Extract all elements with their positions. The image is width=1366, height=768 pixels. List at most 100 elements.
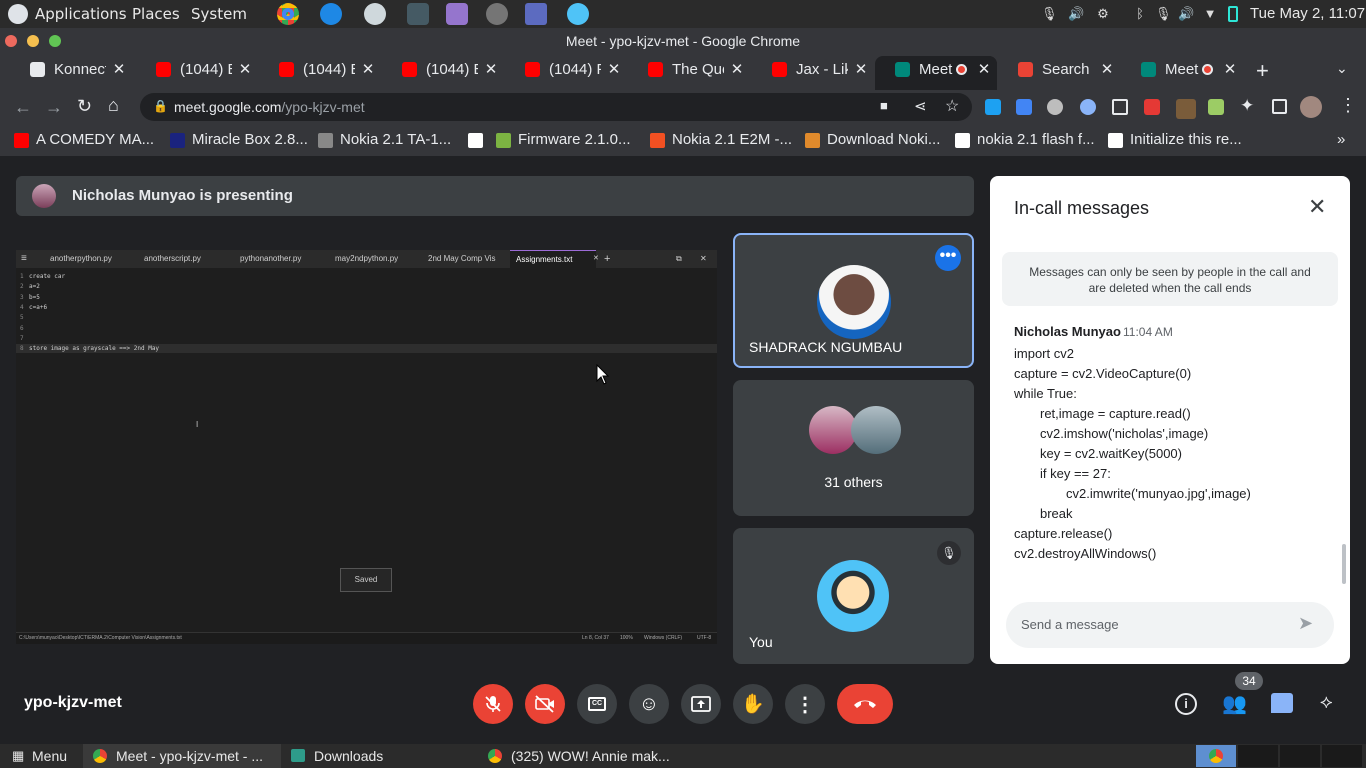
settings-tray-icon[interactable]: ⚙ [1096, 7, 1110, 21]
tab-1[interactable]: Konnect ✕ [10, 56, 132, 90]
disk-launcher-icon[interactable] [486, 3, 508, 25]
extension-5-icon[interactable] [1112, 99, 1128, 115]
workspace-4[interactable] [1322, 745, 1362, 767]
mic-off-button[interactable] [473, 684, 513, 724]
bookmark-2[interactable]: Miracle Box 2.8... [170, 131, 308, 148]
more-options-button[interactable]: ⋮ [785, 684, 825, 724]
chat-icon[interactable] [1271, 693, 1293, 713]
camera-off-button[interactable] [525, 684, 565, 724]
bookmark-1[interactable]: A COMEDY MA... [14, 131, 154, 148]
extension-3-icon[interactable] [1047, 99, 1063, 115]
microphone-muted-icon[interactable]: 🎙 [1155, 7, 1172, 21]
translate-extension-icon[interactable] [1016, 99, 1032, 115]
close-tab-icon[interactable]: ✕ [478, 56, 504, 83]
new-tab-icon[interactable]: + [1256, 58, 1269, 84]
text-editor-launcher-icon[interactable] [446, 3, 468, 25]
side-panel-icon[interactable] [1272, 99, 1287, 114]
more-bookmarks-icon[interactable]: » [1337, 131, 1345, 148]
settings-launcher-icon[interactable] [567, 3, 589, 25]
forward-icon[interactable]: → [45, 97, 63, 118]
tab-9[interactable]: Search re ✕ [998, 56, 1120, 90]
people-icon[interactable]: 👥 [1222, 691, 1247, 716]
extension-1-icon[interactable] [985, 99, 1001, 115]
self-tile[interactable]: 🎙 You [733, 528, 974, 664]
bookmark-5[interactable]: Firmware 2.1.0... [496, 131, 631, 148]
terminal-launcher-icon[interactable] [407, 3, 429, 25]
chrome-launcher-icon[interactable] [277, 3, 299, 25]
tab-10[interactable]: Meet ✕ [1121, 56, 1243, 90]
close-tab-icon[interactable]: ✕ [355, 56, 381, 83]
participant-more-options-icon[interactable]: ••• [935, 245, 961, 271]
volume-icon[interactable]: 🔊 [1068, 7, 1084, 21]
teamviewer-launcher-icon[interactable] [320, 3, 342, 25]
reload-icon[interactable]: ↻ [77, 96, 92, 117]
extension-6-icon[interactable] [1144, 99, 1160, 115]
close-tab-icon[interactable]: ✕ [601, 56, 627, 83]
extensions-puzzle-icon[interactable]: ✦ [1240, 96, 1254, 116]
participant-tile-shadrack[interactable]: ••• SHADRACK NGUMBAU [733, 233, 974, 368]
taskbar-item-meet[interactable]: Meet - ypo-kjzv-met - ... [83, 744, 281, 768]
chat-scrollbar[interactable] [1342, 544, 1346, 584]
bookmark-9[interactable]: Initialize this re... [1108, 131, 1242, 148]
taskbar-item-youtube[interactable]: (325) WOW! Annie mak... [482, 744, 702, 768]
minimize-window-icon[interactable] [27, 35, 39, 47]
taskbar-menu-label[interactable]: Menu [32, 748, 67, 764]
bookmark-star-icon[interactable]: ☆ [945, 96, 959, 116]
battery-icon[interactable] [1228, 6, 1238, 22]
send-icon[interactable]: ➤ [1298, 613, 1313, 634]
tab-3[interactable]: (1044) Bu ✕ [259, 56, 381, 90]
close-window-icon[interactable] [5, 35, 17, 47]
app-launcher-icon[interactable] [364, 3, 386, 25]
close-tab-icon[interactable]: ✕ [106, 56, 132, 83]
applications-menu[interactable]: Applications [35, 5, 127, 23]
workspace-1[interactable] [1196, 745, 1236, 767]
reactions-button[interactable]: ☺ [629, 684, 669, 724]
close-tab-icon[interactable]: ✕ [1217, 56, 1243, 83]
present-button[interactable] [681, 684, 721, 724]
captions-button[interactable]: CC [577, 684, 617, 724]
maximize-window-icon[interactable] [49, 35, 61, 47]
distro-logo-icon[interactable] [8, 4, 28, 24]
tab-search-chevron-icon[interactable]: ⌄ [1336, 60, 1348, 77]
tab-4[interactable]: (1044) Bl ✕ [382, 56, 504, 90]
browser-menu-icon[interactable]: ⋮ [1339, 95, 1357, 116]
tab-6[interactable]: The Que ✕ [628, 56, 750, 90]
monitor-launcher-icon[interactable] [525, 3, 547, 25]
system-menu[interactable]: System [191, 5, 247, 23]
tab-2[interactable]: (1044) El ✕ [136, 56, 258, 90]
extension-4-icon[interactable] [1080, 99, 1096, 115]
leave-call-button[interactable] [837, 684, 893, 724]
bookmark-7[interactable]: Download Noki... [805, 131, 940, 148]
close-tab-icon[interactable]: ✕ [232, 56, 258, 83]
close-tab-icon[interactable]: ✕ [1094, 56, 1120, 83]
camera-permission-icon[interactable]: ■ [880, 98, 888, 113]
close-tab-icon[interactable]: ✕ [971, 56, 997, 83]
tab-5[interactable]: (1044) Fi ✕ [505, 56, 627, 90]
workspace-2[interactable] [1238, 745, 1278, 767]
tab-7[interactable]: Jax - Like ✕ [752, 56, 874, 90]
tab-8[interactable]: Meet ✕ [875, 56, 997, 90]
address-bar[interactable]: 🔒 meet.google.com/ypo-kjzv-met ■ ⋖ ☆ [140, 93, 972, 121]
clock[interactable]: Tue May 2, 11:07 [1250, 5, 1365, 22]
message-input[interactable]: Send a message ➤ [1006, 602, 1334, 648]
lock-icon[interactable]: 🔒 [153, 99, 168, 113]
bookmark-8[interactable]: nokia 2.1 flash f... [955, 131, 1095, 148]
extension-8-icon[interactable] [1208, 99, 1224, 115]
microphone-icon[interactable]: 🎙 [1041, 7, 1058, 21]
close-tab-icon[interactable]: ✕ [848, 56, 874, 83]
taskbar-item-downloads[interactable]: Downloads [285, 744, 475, 768]
home-icon[interactable]: ⌂ [108, 95, 119, 116]
others-tile[interactable]: 31 others [733, 380, 974, 516]
activities-icon[interactable]: ⟡ [1320, 692, 1333, 714]
bookmark-3[interactable]: Nokia 2.1 TA-1... [318, 131, 451, 148]
close-panel-icon[interactable]: ✕ [1308, 194, 1326, 220]
extension-off-icon[interactable] [1176, 99, 1196, 119]
back-icon[interactable]: ← [14, 97, 32, 118]
close-tab-icon[interactable]: ✕ [724, 56, 750, 83]
share-icon[interactable]: ⋖ [914, 97, 927, 115]
taskbar-menu-icon[interactable]: ▦ [12, 748, 24, 764]
raise-hand-button[interactable]: ✋ [733, 684, 773, 724]
volume-tray-icon[interactable]: 🔊 [1178, 7, 1194, 21]
bluetooth-icon[interactable]: ᛒ [1133, 7, 1147, 21]
workspace-3[interactable] [1280, 745, 1320, 767]
